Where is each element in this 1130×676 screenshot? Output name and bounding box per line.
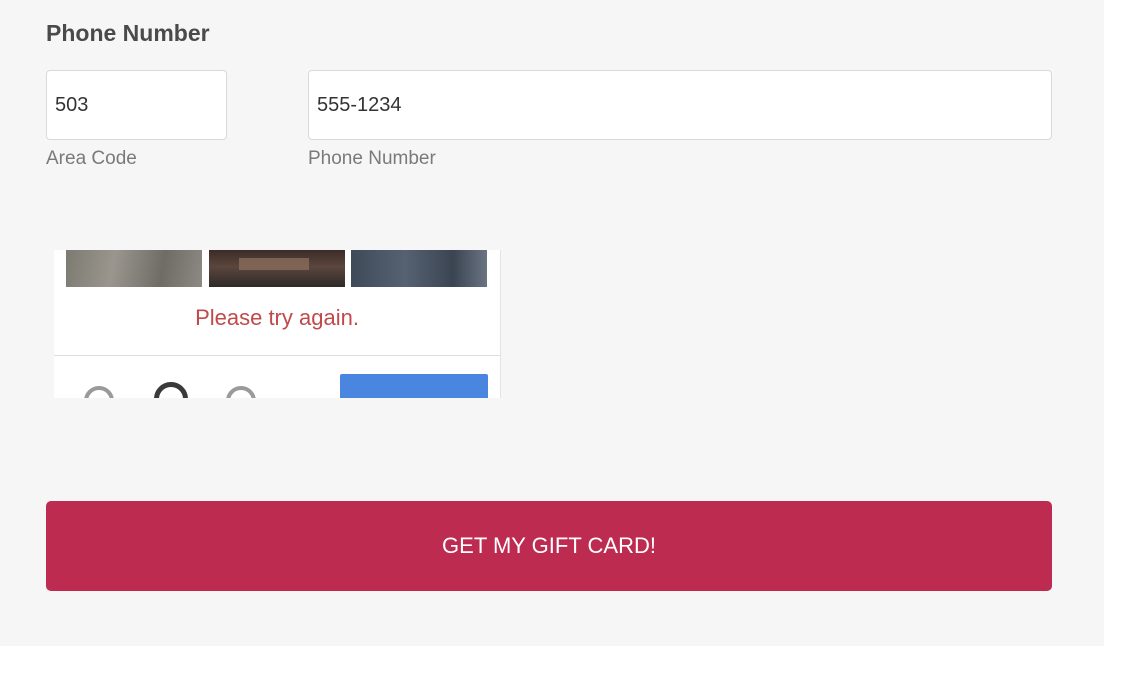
captcha-image-tile[interactable]: [66, 250, 202, 287]
captcha-image-detail: [239, 258, 309, 270]
captcha-image-tile[interactable]: [209, 250, 345, 287]
phone-number-heading: Phone Number: [46, 20, 210, 46]
phone-number-input[interactable]: [308, 70, 1052, 140]
phone-number-caption: Phone Number: [308, 148, 436, 169]
get-gift-card-button[interactable]: GET MY GIFT CARD!: [46, 501, 1052, 591]
info-icon[interactable]: [226, 386, 256, 398]
captcha-image-tile[interactable]: [351, 250, 487, 287]
reload-icon[interactable]: [84, 386, 114, 398]
captcha-error-message: Please try again.: [195, 305, 359, 330]
captcha-controls: [54, 356, 500, 398]
form-panel: Phone Number Area Code Phone Number Plea…: [0, 0, 1104, 646]
audio-icon[interactable]: [154, 382, 188, 398]
area-code-input[interactable]: [46, 70, 227, 140]
captcha-widget: Please try again.: [54, 250, 501, 398]
area-code-caption: Area Code: [46, 148, 137, 169]
captcha-verify-button[interactable]: [340, 374, 488, 398]
